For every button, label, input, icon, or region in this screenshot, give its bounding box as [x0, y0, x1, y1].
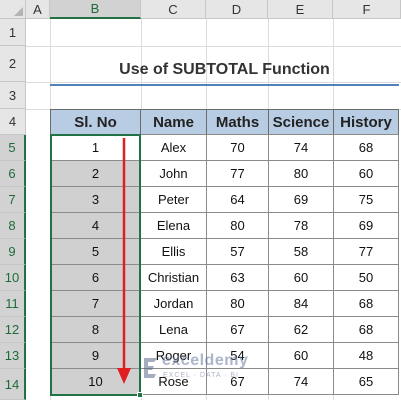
cell-history[interactable]: 75: [333, 186, 399, 213]
row-header-14[interactable]: 14: [0, 369, 26, 400]
row-header-5[interactable]: 5: [0, 135, 26, 161]
cell-name[interactable]: Christian: [140, 264, 207, 291]
cell-name[interactable]: Jordan: [140, 290, 207, 317]
cell-history[interactable]: 68: [333, 134, 399, 161]
watermark-name: exceldemy: [162, 352, 249, 369]
cell-name[interactable]: Lena: [140, 316, 207, 343]
cell-science[interactable]: 78: [268, 212, 334, 239]
cell-name[interactable]: Alex: [140, 134, 207, 161]
row-header-2[interactable]: 2: [0, 46, 26, 82]
header-science[interactable]: Science: [268, 109, 334, 135]
header-maths[interactable]: Maths: [206, 109, 269, 135]
cell-science[interactable]: 74: [268, 368, 334, 395]
gridline: [26, 46, 401, 47]
header-name[interactable]: Name: [140, 109, 207, 135]
cell-history[interactable]: 65: [333, 368, 399, 395]
column-header-e[interactable]: E: [268, 0, 333, 19]
cell-maths[interactable]: 80: [206, 290, 269, 317]
column-header-c[interactable]: C: [141, 0, 206, 19]
cell-maths[interactable]: 70: [206, 134, 269, 161]
row-header-8[interactable]: 8: [0, 213, 26, 239]
cell-history[interactable]: 77: [333, 238, 399, 265]
row-header-11[interactable]: 11: [0, 291, 26, 317]
cell-history[interactable]: 50: [333, 264, 399, 291]
select-all-corner[interactable]: [0, 0, 26, 19]
header-history[interactable]: History: [333, 109, 399, 135]
row-header-13[interactable]: 13: [0, 343, 26, 369]
cell-science[interactable]: 62: [268, 316, 334, 343]
cell-maths[interactable]: 63: [206, 264, 269, 291]
row-header-3[interactable]: 3: [0, 82, 26, 109]
cell-name[interactable]: John: [140, 160, 207, 187]
cell-maths[interactable]: 64: [206, 186, 269, 213]
column-header-a[interactable]: A: [26, 0, 50, 19]
cell-science[interactable]: 60: [268, 342, 334, 369]
row-header-1[interactable]: 1: [0, 19, 26, 46]
column-header-f[interactable]: F: [333, 0, 401, 19]
row-header-4[interactable]: 4: [0, 109, 26, 135]
cell-history[interactable]: 60: [333, 160, 399, 187]
drag-arrow-icon: [117, 138, 131, 384]
cell-maths[interactable]: 80: [206, 212, 269, 239]
cell-science[interactable]: 60: [268, 264, 334, 291]
row-header-10[interactable]: 10: [0, 265, 26, 291]
cell-name[interactable]: Elena: [140, 212, 207, 239]
column-header-b[interactable]: B: [50, 0, 141, 19]
cell-name[interactable]: Peter: [140, 186, 207, 213]
row-header-9[interactable]: 9: [0, 239, 26, 265]
row-header-6[interactable]: 6: [0, 161, 26, 187]
row-header-7[interactable]: 7: [0, 187, 26, 213]
sheet-title[interactable]: Use of SUBTOTAL Function: [50, 57, 399, 83]
cell-science[interactable]: 80: [268, 160, 334, 187]
cell-maths[interactable]: 67: [206, 316, 269, 343]
cell-science[interactable]: 69: [268, 186, 334, 213]
watermark-tagline: EXCEL · DATA · BI: [163, 372, 239, 379]
cell-science[interactable]: 84: [268, 290, 334, 317]
row-header-12[interactable]: 12: [0, 317, 26, 343]
title-underline: [50, 84, 399, 86]
cell-name[interactable]: Ellis: [140, 238, 207, 265]
column-header-d[interactable]: D: [206, 0, 268, 19]
cell-history[interactable]: 48: [333, 342, 399, 369]
cell-science[interactable]: 58: [268, 238, 334, 265]
cell-science[interactable]: 74: [268, 134, 334, 161]
cell-history[interactable]: 68: [333, 290, 399, 317]
cell-history[interactable]: 68: [333, 316, 399, 343]
cell-maths[interactable]: 57: [206, 238, 269, 265]
cell-maths[interactable]: 77: [206, 160, 269, 187]
cell-history[interactable]: 69: [333, 212, 399, 239]
fill-handle[interactable]: [137, 392, 143, 398]
